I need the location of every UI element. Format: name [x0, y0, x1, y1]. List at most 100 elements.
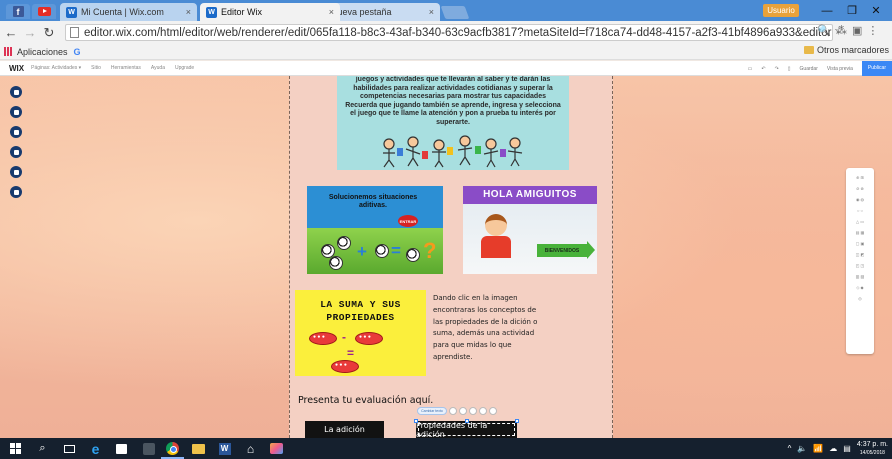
menu-help[interactable]: Ayuda — [151, 65, 165, 71]
welcome-card[interactable]: HOLA AMIGUITOS BIENVENIDOS — [463, 186, 597, 274]
panel-icon[interactable]: ▤ ▦ — [846, 227, 874, 238]
menu-icon[interactable]: ⋮ — [867, 24, 878, 37]
suma-description: Dando clic en la imagen encontraras los … — [433, 294, 538, 361]
mobile-view-icon[interactable]: ▯ — [788, 66, 791, 72]
intro-banner[interactable]: juegos y actividades que te llevarán al … — [337, 76, 569, 170]
resize-handle[interactable] — [515, 419, 519, 423]
resize-handle[interactable] — [465, 419, 469, 423]
game-card-aditivas[interactable]: Solucionemos situaciones aditivas. ENTRA… — [307, 186, 443, 274]
left-toolbar — [10, 86, 22, 198]
task-view-icon — [64, 444, 75, 453]
la-adicion-button[interactable]: La adición — [305, 421, 384, 438]
link-icon[interactable] — [469, 407, 477, 415]
volume-icon[interactable]: 🔈 — [797, 444, 807, 453]
address-bar[interactable]: editor.wix.com/html/editor/web/renderer/… — [65, 24, 833, 41]
start-button[interactable] — [8, 441, 23, 456]
network-icon[interactable]: 📶 — [813, 444, 823, 453]
media-icon[interactable] — [10, 166, 22, 178]
other-bookmarks[interactable]: Otros marcadores — [803, 45, 889, 55]
equals-sign-icon: = — [347, 346, 355, 360]
pages-dropdown[interactable]: Páginas: Actividades ▾ — [31, 65, 81, 71]
pinned-tab-youtube[interactable] — [32, 4, 56, 19]
suma-propiedades-card[interactable]: LA SUMA Y SUS PROPIEDADES - = — [295, 290, 426, 376]
forward-arrow-icon[interactable]: → — [22, 25, 38, 41]
resize-handle[interactable] — [414, 419, 418, 423]
tab-close-icon[interactable]: × — [429, 7, 434, 17]
word-app-icon[interactable]: W — [217, 441, 232, 456]
paint-app-icon[interactable] — [269, 441, 284, 456]
profile-button[interactable]: Usuario — [763, 4, 799, 17]
menu-upgrade[interactable]: Upgrade — [175, 65, 194, 71]
page-info-icon[interactable] — [70, 27, 79, 38]
chrome-app-icon[interactable] — [161, 441, 184, 459]
publish-button[interactable]: Publicar — [861, 61, 892, 76]
change-text-button[interactable]: Cambiar texto — [417, 407, 447, 415]
notifications-icon[interactable]: ▤ — [843, 444, 851, 453]
animation-icon[interactable] — [479, 407, 487, 415]
upload-icon[interactable] — [10, 146, 22, 158]
store-app-icon[interactable] — [114, 441, 129, 456]
background-icon[interactable] — [10, 126, 22, 138]
panel-icon[interactable]: ▥ ▧ — [846, 271, 874, 282]
extension-icon[interactable]: ▣ — [852, 24, 862, 37]
pinned-tab-facebook[interactable]: f — [6, 4, 30, 19]
panel-icon[interactable]: ⊘ ⊗ — [846, 183, 874, 194]
right-tools-panel[interactable]: ⊕ ⊞ ⊘ ⊗ ◉ ◍ ○ ○ △ ▭ ▤ ▦ ▢ ▣ ◫ ◩ ◰ ◳ ▥ ▧ … — [846, 168, 874, 354]
topbar-collapse-handle[interactable] — [437, 62, 453, 66]
folder-icon — [803, 46, 814, 54]
search-icon[interactable]: ⌕ — [35, 441, 50, 456]
app-icon[interactable] — [141, 441, 156, 456]
design-icon[interactable] — [459, 407, 467, 415]
tab-editor-wix[interactable]: W Editor Wix × — [200, 3, 340, 21]
panel-icon[interactable]: ◉ ◍ — [846, 194, 874, 205]
wix-logo[interactable]: WIX — [9, 64, 24, 73]
extension-icon[interactable]: ⁂ — [836, 24, 847, 37]
panel-icon[interactable]: ◰ ◳ — [846, 260, 874, 271]
panel-icon[interactable]: ◇ ◆ — [846, 282, 874, 293]
tab-mi-cuenta[interactable]: W Mi Cuenta | Wix.com × — [60, 3, 197, 21]
tab-close-icon[interactable]: × — [329, 7, 334, 17]
add-element-icon[interactable] — [10, 106, 22, 118]
panel-icon[interactable]: ▢ ▣ — [846, 238, 874, 249]
menu-site[interactable]: Sitio — [91, 65, 101, 71]
panel-icon[interactable]: ⊕ ⊞ — [846, 172, 874, 183]
panel-icon[interactable]: ◫ ◩ — [846, 249, 874, 260]
menus-pages-icon[interactable] — [10, 86, 22, 98]
extension-icons: ⁂ ▣ ⋮ — [836, 24, 878, 37]
task-view-button[interactable] — [62, 441, 77, 456]
panel-icon[interactable]: ○ ○ — [846, 205, 874, 216]
preview-button[interactable]: Vista previa — [827, 66, 853, 72]
bienvenidos-arrow[interactable]: BIENVENIDOS — [537, 241, 595, 259]
help-icon[interactable] — [489, 407, 497, 415]
file-explorer-icon[interactable] — [191, 441, 206, 456]
entrar-button[interactable]: ENTRAR — [398, 215, 418, 227]
save-button[interactable]: Guardar — [800, 66, 818, 72]
new-tab-button[interactable] — [440, 6, 470, 19]
pinned-app-icon[interactable]: ⌂ — [243, 441, 258, 456]
redo-icon[interactable]: ↷ — [775, 66, 779, 72]
close-window-button[interactable]: ✕ — [866, 4, 886, 18]
zoom-icon[interactable]: 🔍 — [817, 24, 831, 37]
soccer-ball-icon — [329, 256, 343, 270]
edge-browser-icon[interactable]: e — [88, 441, 103, 457]
panel-icon[interactable]: ◎ — [846, 293, 874, 304]
tab-close-icon[interactable]: × — [186, 7, 191, 17]
minimize-button[interactable]: — — [817, 4, 837, 18]
facebook-icon: f — [12, 6, 24, 17]
welcome-title: HOLA AMIGUITOS — [463, 186, 597, 204]
back-arrow-icon[interactable]: ← — [3, 25, 19, 41]
desktop-view-icon[interactable]: ▭ — [748, 66, 753, 72]
maximize-button[interactable]: ❐ — [842, 4, 862, 18]
settings-icon[interactable] — [449, 407, 457, 415]
menu-tools[interactable]: Herramientas — [111, 65, 141, 71]
google-bookmark-icon[interactable]: G — [74, 47, 81, 57]
app-market-icon[interactable] — [10, 186, 22, 198]
chevron-up-icon[interactable]: ^ — [788, 444, 792, 453]
reload-icon[interactable]: ↻ — [41, 25, 57, 41]
bookmark-apps[interactable]: Aplicaciones — [17, 47, 68, 57]
undo-icon[interactable]: ↶ — [761, 66, 765, 72]
propiedades-adicion-button[interactable]: Propiedades de la adición — [416, 421, 517, 438]
clock[interactable]: 4:37 p. m. 14/05/2018 — [857, 441, 888, 457]
onedrive-icon[interactable]: ☁ — [829, 444, 837, 453]
panel-icon[interactable]: △ ▭ — [846, 216, 874, 227]
